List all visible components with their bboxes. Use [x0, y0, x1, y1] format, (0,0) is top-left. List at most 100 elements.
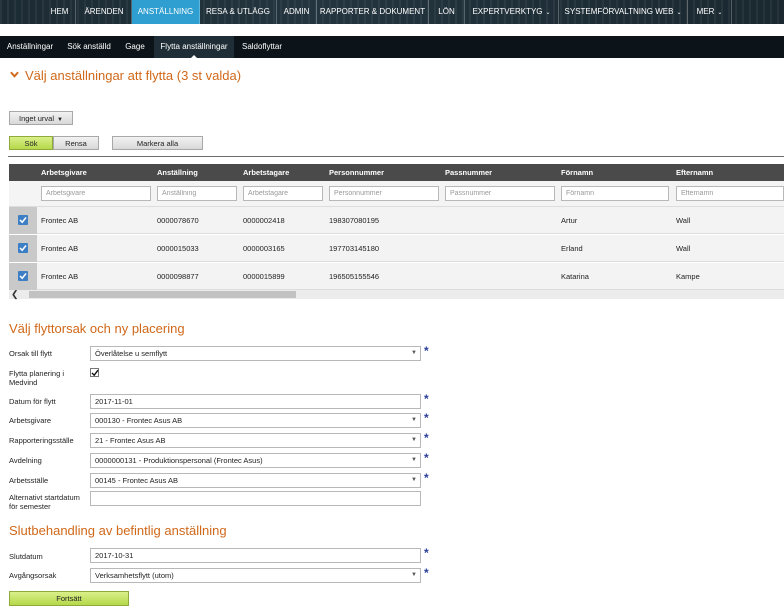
cell-fornamn: Katarina [561, 272, 589, 281]
chevron-down-icon [10, 71, 19, 78]
department-label: Avdelning [9, 456, 42, 465]
required-indicator: * [424, 431, 429, 445]
nav-label: LÖN [438, 7, 455, 16]
chevron-down-icon: ⌄ [545, 10, 551, 16]
cell-arbetsgivare: Frontec AB [41, 244, 79, 253]
mark-all-button[interactable]: Markera alla [112, 136, 203, 150]
table-row[interactable]: Frontec AB 0000098877 0000015899 1965051… [9, 263, 784, 290]
nav-label: ANSTÄLLNING [137, 7, 194, 16]
check-icon [19, 273, 27, 280]
nav-item-systemforvaltning[interactable]: SYSTEMFÖRVALTNING WEB ⌄ [559, 0, 688, 24]
nav-item-anstallning[interactable]: ANSTÄLLNING [132, 0, 200, 24]
cell-fornamn: Artur [561, 216, 578, 225]
move-date-label: Datum för flytt [9, 397, 56, 406]
nav-item-expertverktyg[interactable]: EXPERTVERKTYG ⌄ [465, 0, 559, 24]
leave-reason-select[interactable]: Verksamhetsflytt (utom) ▼ [90, 568, 421, 583]
workplace-value: 00145 - Frontec Asus AB [95, 476, 178, 485]
section-title-end: Slutbehandling av befintlig anställning [9, 523, 227, 538]
filter-input-arbetstagare[interactable] [243, 186, 323, 201]
nav-item-resa-utlagg[interactable]: RESA & UTLÄGG [200, 0, 277, 24]
subnav-item-flytta-anstallningar[interactable]: Flytta anställningar [154, 36, 234, 59]
nav-label: RESA & UTLÄGG [205, 7, 271, 16]
reporting-place-label: Rapporteringsställe [9, 436, 74, 445]
end-date-input[interactable]: 2017-10-31 [90, 548, 421, 563]
filter-input-anstallning[interactable] [157, 186, 237, 201]
page-title[interactable]: Välj anställningar att flytta (3 st vald… [10, 68, 241, 83]
subnav-label: Gage [125, 42, 145, 51]
row-select-cell [9, 207, 37, 234]
cell-anstallning: 0000098877 [157, 272, 199, 281]
nav-item-hem[interactable]: HEM [44, 0, 76, 24]
nav-item-lon[interactable]: LÖN [429, 0, 465, 24]
column-header-passnummer[interactable]: Passnummer [445, 164, 492, 181]
top-navigation: HEM ÄRENDEN ANSTÄLLNING RESA & UTLÄGG AD… [0, 0, 784, 24]
filter-input-efternamn[interactable] [676, 186, 784, 201]
mark-all-button-label: Markera alla [136, 139, 179, 148]
filter-input-personnummer[interactable] [329, 186, 439, 201]
caret-down-icon: ▼ [57, 117, 63, 123]
alt-start-input[interactable] [90, 491, 421, 506]
column-header-anstallning[interactable]: Anställning [157, 164, 198, 181]
search-button[interactable]: Sök [9, 136, 53, 150]
employer-select[interactable]: 000130 - Frontec Asus AB ▼ [90, 413, 421, 428]
subnav-item-saldoflyttar[interactable]: Saldoflyttar [236, 36, 288, 58]
subnav-item-anstallningar[interactable]: Anställningar [0, 36, 60, 58]
department-select[interactable]: 0000000131 - Produktionspersonal (Fronte… [90, 453, 421, 468]
row-checkbox[interactable] [18, 271, 28, 281]
cell-anstallning: 0000015033 [157, 244, 199, 253]
chevron-down-icon: ⌄ [676, 10, 682, 16]
nav-item-rapporter[interactable]: RAPPORTER & DOKUMENT [317, 0, 429, 24]
filter-input-arbetsgivare[interactable] [41, 186, 151, 201]
reason-select[interactable]: Överlåtelse u semflytt ▼ [90, 346, 421, 361]
reporting-place-select[interactable]: 21 - Frontec Asus AB ▼ [90, 433, 421, 448]
cell-personnummer: 198307080195 [329, 216, 380, 225]
cell-efternamn: Wall [676, 216, 691, 225]
nav-label: HEM [50, 7, 69, 16]
scrollbar-thumb[interactable] [29, 291, 296, 298]
cell-efternamn: Wall [676, 244, 691, 253]
move-planning-checkbox[interactable] [90, 368, 99, 377]
column-header-fornamn[interactable]: Förnamn [561, 164, 593, 181]
filter-input-passnummer[interactable] [445, 186, 555, 201]
cell-arbetstagare: 0000002418 [243, 216, 285, 225]
clear-button[interactable]: Rensa [53, 136, 99, 150]
column-header-arbetsgivare[interactable]: Arbetsgivare [41, 164, 87, 181]
nav-item-admin[interactable]: ADMIN [277, 0, 317, 24]
required-indicator: * [424, 546, 429, 560]
subnav-item-gage[interactable]: Gage [118, 36, 152, 58]
leave-reason-value: Verksamhetsflytt (utom) [95, 571, 174, 580]
nav-label: ADMIN [283, 7, 310, 16]
nav-item-arenden[interactable]: ÄRENDEN [77, 0, 132, 24]
workplace-select[interactable]: 00145 - Frontec Asus AB ▼ [90, 473, 421, 488]
required-indicator: * [424, 411, 429, 425]
check-icon [19, 217, 27, 224]
reason-label: Orsak till flytt [9, 349, 52, 358]
column-header-arbetstagare[interactable]: Arbetstagare [243, 164, 289, 181]
sub-navigation: Anställningar Sök anställd Gage Flytta a… [0, 36, 784, 59]
nav-item-mer[interactable]: MER ⌄ [688, 0, 732, 24]
end-date-label: Slutdatum [9, 552, 43, 561]
table-row[interactable]: Frontec AB 0000078670 0000002418 1983070… [9, 207, 784, 234]
required-indicator: * [424, 344, 429, 358]
leave-reason-label: Avgångsorsak [9, 571, 57, 580]
cell-arbetstagare: 0000003165 [243, 244, 285, 253]
check-icon [91, 369, 99, 377]
row-checkbox[interactable] [18, 243, 28, 253]
selection-dropdown-button[interactable]: Inget urval ▼ [9, 111, 73, 125]
table-row[interactable]: Frontec AB 0000015033 0000003165 1977031… [9, 235, 784, 262]
row-checkbox[interactable] [18, 215, 28, 225]
horizontal-scrollbar[interactable]: ❮ [9, 290, 784, 299]
dropdown-arrow-icon: ▼ [411, 572, 417, 578]
filter-input-fornamn[interactable] [561, 186, 669, 201]
continue-button[interactable]: Fortsätt [9, 591, 129, 606]
scroll-left-icon[interactable]: ❮ [11, 290, 19, 299]
column-header-personnummer[interactable]: Personnummer [329, 164, 384, 181]
column-header-efternamn[interactable]: Efternamn [676, 164, 713, 181]
table-header: Arbetsgivare Anställning Arbetstagare Pe… [9, 164, 784, 181]
active-indicator [190, 55, 198, 59]
subnav-label: Saldoflyttar [241, 42, 283, 51]
required-indicator: * [424, 392, 429, 406]
move-date-input[interactable]: 2017-11-01 [90, 394, 421, 409]
filter-row [9, 181, 784, 207]
subnav-item-sok-anstalld[interactable]: Sök anställd [62, 36, 116, 58]
